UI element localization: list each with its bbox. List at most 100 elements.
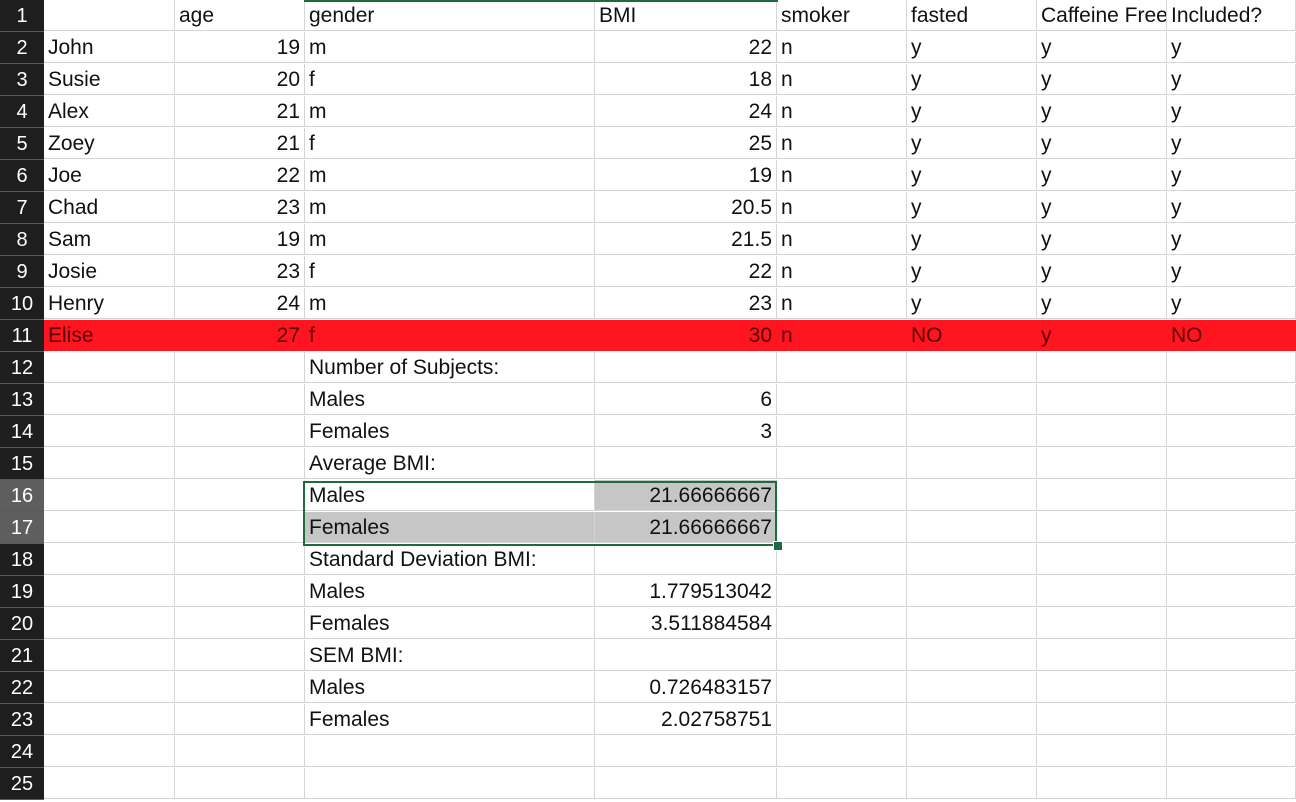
cell[interactable] [907,736,1037,767]
smoker-cell[interactable]: n [777,320,907,351]
cell[interactable] [777,480,907,511]
gender-cell[interactable]: m [305,32,595,63]
cell[interactable] [777,576,907,607]
cell[interactable] [175,576,305,607]
cell[interactable] [777,352,907,383]
cell[interactable] [1037,544,1167,575]
fill-handle[interactable] [773,541,783,551]
row-header[interactable]: 22 [0,672,44,704]
cell[interactable] [175,640,305,671]
cell[interactable] [44,448,175,479]
included-cell[interactable]: y [1167,192,1296,223]
summary-value[interactable]: 1.779513042 [595,576,777,607]
cell[interactable] [44,416,175,447]
row-header[interactable]: 6 [0,160,44,192]
row-header[interactable]: 21 [0,640,44,672]
fasted-cell[interactable]: y [907,160,1037,191]
summary-label[interactable]: Males [305,576,595,607]
cell[interactable] [44,736,175,767]
cell[interactable] [907,512,1037,543]
cell[interactable] [907,608,1037,639]
summary-label[interactable]: Males [305,384,595,415]
subject-name-cell[interactable]: Alex [44,96,175,127]
smoker-cell[interactable]: n [777,128,907,159]
caffeine-free-cell[interactable]: y [1037,64,1167,95]
cell[interactable] [1037,736,1167,767]
summary-heading[interactable]: Standard Deviation BMI: [305,544,595,575]
column-header-cell[interactable]: fasted [907,0,1037,31]
subject-name-cell[interactable]: Zoey [44,128,175,159]
row-header[interactable]: 2 [0,32,44,64]
cell[interactable] [1167,768,1296,799]
fasted-cell[interactable]: y [907,64,1037,95]
cell[interactable] [44,480,175,511]
cell[interactable] [777,736,907,767]
summary-value[interactable]: 0.726483157 [595,672,777,703]
row-header[interactable]: 8 [0,224,44,256]
cell[interactable] [175,384,305,415]
subject-name-cell[interactable]: Sam [44,224,175,255]
row-header[interactable]: 24 [0,736,44,768]
gender-cell[interactable]: f [305,64,595,95]
included-cell[interactable]: y [1167,256,1296,287]
summary-value[interactable]: 3.511884584 [595,608,777,639]
cell[interactable] [175,416,305,447]
gender-cell[interactable]: f [305,128,595,159]
column-header-cell[interactable]: gender [305,0,595,31]
cell[interactable] [777,704,907,735]
caffeine-free-cell[interactable]: y [1037,192,1167,223]
smoker-cell[interactable]: n [777,160,907,191]
fasted-cell[interactable]: y [907,192,1037,223]
gender-cell[interactable]: f [305,256,595,287]
cell[interactable] [907,384,1037,415]
caffeine-free-cell[interactable]: y [1037,288,1167,319]
cell[interactable] [44,608,175,639]
cell[interactable] [175,480,305,511]
caffeine-free-cell[interactable]: y [1037,96,1167,127]
row-header[interactable]: 5 [0,128,44,160]
cell[interactable] [907,768,1037,799]
gender-cell[interactable]: f [305,320,595,351]
fasted-cell[interactable]: y [907,224,1037,255]
cell[interactable] [777,672,907,703]
cell[interactable] [1037,448,1167,479]
included-cell[interactable]: y [1167,288,1296,319]
gender-cell[interactable]: m [305,192,595,223]
bmi-cell[interactable]: 20.5 [595,192,777,223]
summary-label[interactable]: Females [305,704,595,735]
column-header-cell[interactable]: BMI [595,0,777,31]
subject-name-cell[interactable]: Susie [44,64,175,95]
summary-value[interactable] [595,352,777,383]
cell[interactable] [907,416,1037,447]
bmi-cell[interactable]: 18 [595,64,777,95]
summary-value[interactable]: 2.02758751 [595,704,777,735]
summary-value[interactable]: 21.66666667 [595,480,777,511]
row-header[interactable]: 4 [0,96,44,128]
subject-name-cell[interactable]: John [44,32,175,63]
cell[interactable] [175,672,305,703]
cell[interactable] [1167,672,1296,703]
cell[interactable] [1037,512,1167,543]
subject-name-cell[interactable]: Elise [44,320,175,351]
summary-value[interactable] [595,544,777,575]
column-header-cell[interactable]: Caffeine Free [1037,0,1167,31]
smoker-cell[interactable]: n [777,256,907,287]
cell[interactable] [1167,608,1296,639]
cell[interactable] [777,384,907,415]
cell[interactable] [305,768,595,799]
row-header[interactable]: 18 [0,544,44,576]
bmi-cell[interactable]: 22 [595,32,777,63]
included-cell[interactable]: y [1167,128,1296,159]
included-cell[interactable]: y [1167,96,1296,127]
subject-name-cell[interactable]: Henry [44,288,175,319]
cell[interactable] [595,736,777,767]
smoker-cell[interactable]: n [777,96,907,127]
bmi-cell[interactable]: 21.5 [595,224,777,255]
cell[interactable] [175,768,305,799]
included-cell[interactable]: y [1167,32,1296,63]
summary-value[interactable] [595,448,777,479]
summary-label[interactable]: Females [305,512,595,543]
cell[interactable] [175,736,305,767]
caffeine-free-cell[interactable]: y [1037,160,1167,191]
summary-heading[interactable]: SEM BMI: [305,640,595,671]
